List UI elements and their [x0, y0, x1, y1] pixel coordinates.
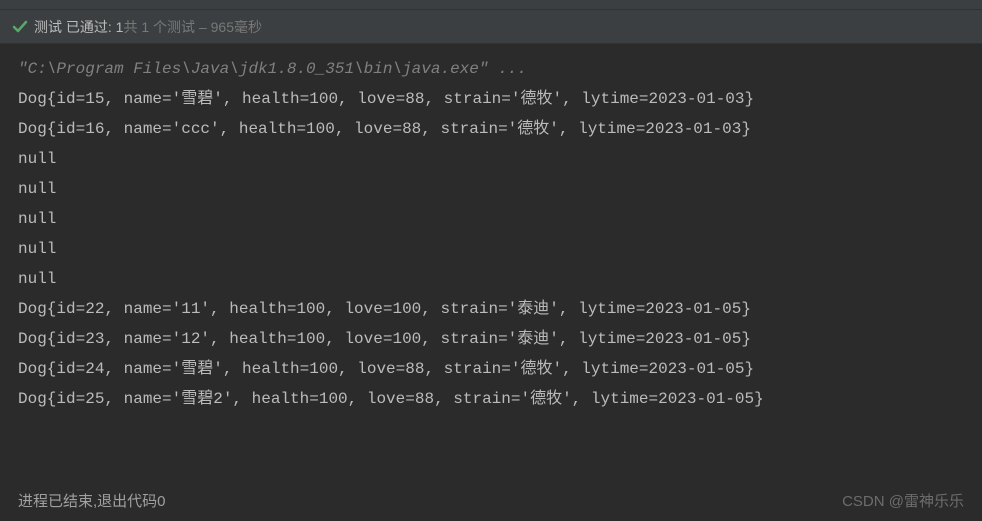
output-line: null — [18, 174, 964, 204]
output-line: Dog{id=22, name='11', health=100, love=1… — [18, 294, 964, 324]
footer: 进程已结束,退出代码0 CSDN @雷神乐乐 — [0, 480, 982, 521]
console-output[interactable]: "C:\Program Files\Java\jdk1.8.0_351\bin\… — [0, 44, 982, 424]
status-text: 测试 已通过: 1共 1 个测试 – 965毫秒 — [34, 17, 262, 37]
output-line: null — [18, 234, 964, 264]
check-icon — [12, 19, 28, 35]
test-status-bar: 测试 已通过: 1共 1 个测试 – 965毫秒 — [0, 10, 982, 44]
output-line: null — [18, 204, 964, 234]
output-line: Dog{id=15, name='雪碧', health=100, love=8… — [18, 84, 964, 114]
output-line: Dog{id=16, name='ccc', health=100, love=… — [18, 114, 964, 144]
total-count: 1 — [141, 19, 149, 35]
watermark: CSDN @雷神乐乐 — [842, 490, 964, 511]
command-line: "C:\Program Files\Java\jdk1.8.0_351\bin\… — [18, 54, 964, 84]
label-passed: 已通过: — [66, 19, 112, 35]
label-test: 测试 — [34, 19, 62, 35]
label-total-prefix: 共 — [123, 19, 137, 35]
console-lines-container: Dog{id=15, name='雪碧', health=100, love=8… — [18, 84, 964, 414]
exit-message: 进程已结束,退出代码0 — [18, 490, 166, 511]
label-tests: 个测试 — [153, 19, 195, 35]
output-line: Dog{id=23, name='12', health=100, love=1… — [18, 324, 964, 354]
top-spacer — [0, 0, 982, 10]
output-line: Dog{id=25, name='雪碧2', health=100, love=… — [18, 384, 964, 414]
output-line: null — [18, 144, 964, 174]
separator: – — [199, 19, 207, 35]
output-line: null — [18, 264, 964, 294]
output-line: Dog{id=24, name='雪碧', health=100, love=8… — [18, 354, 964, 384]
duration: 965毫秒 — [211, 19, 262, 35]
